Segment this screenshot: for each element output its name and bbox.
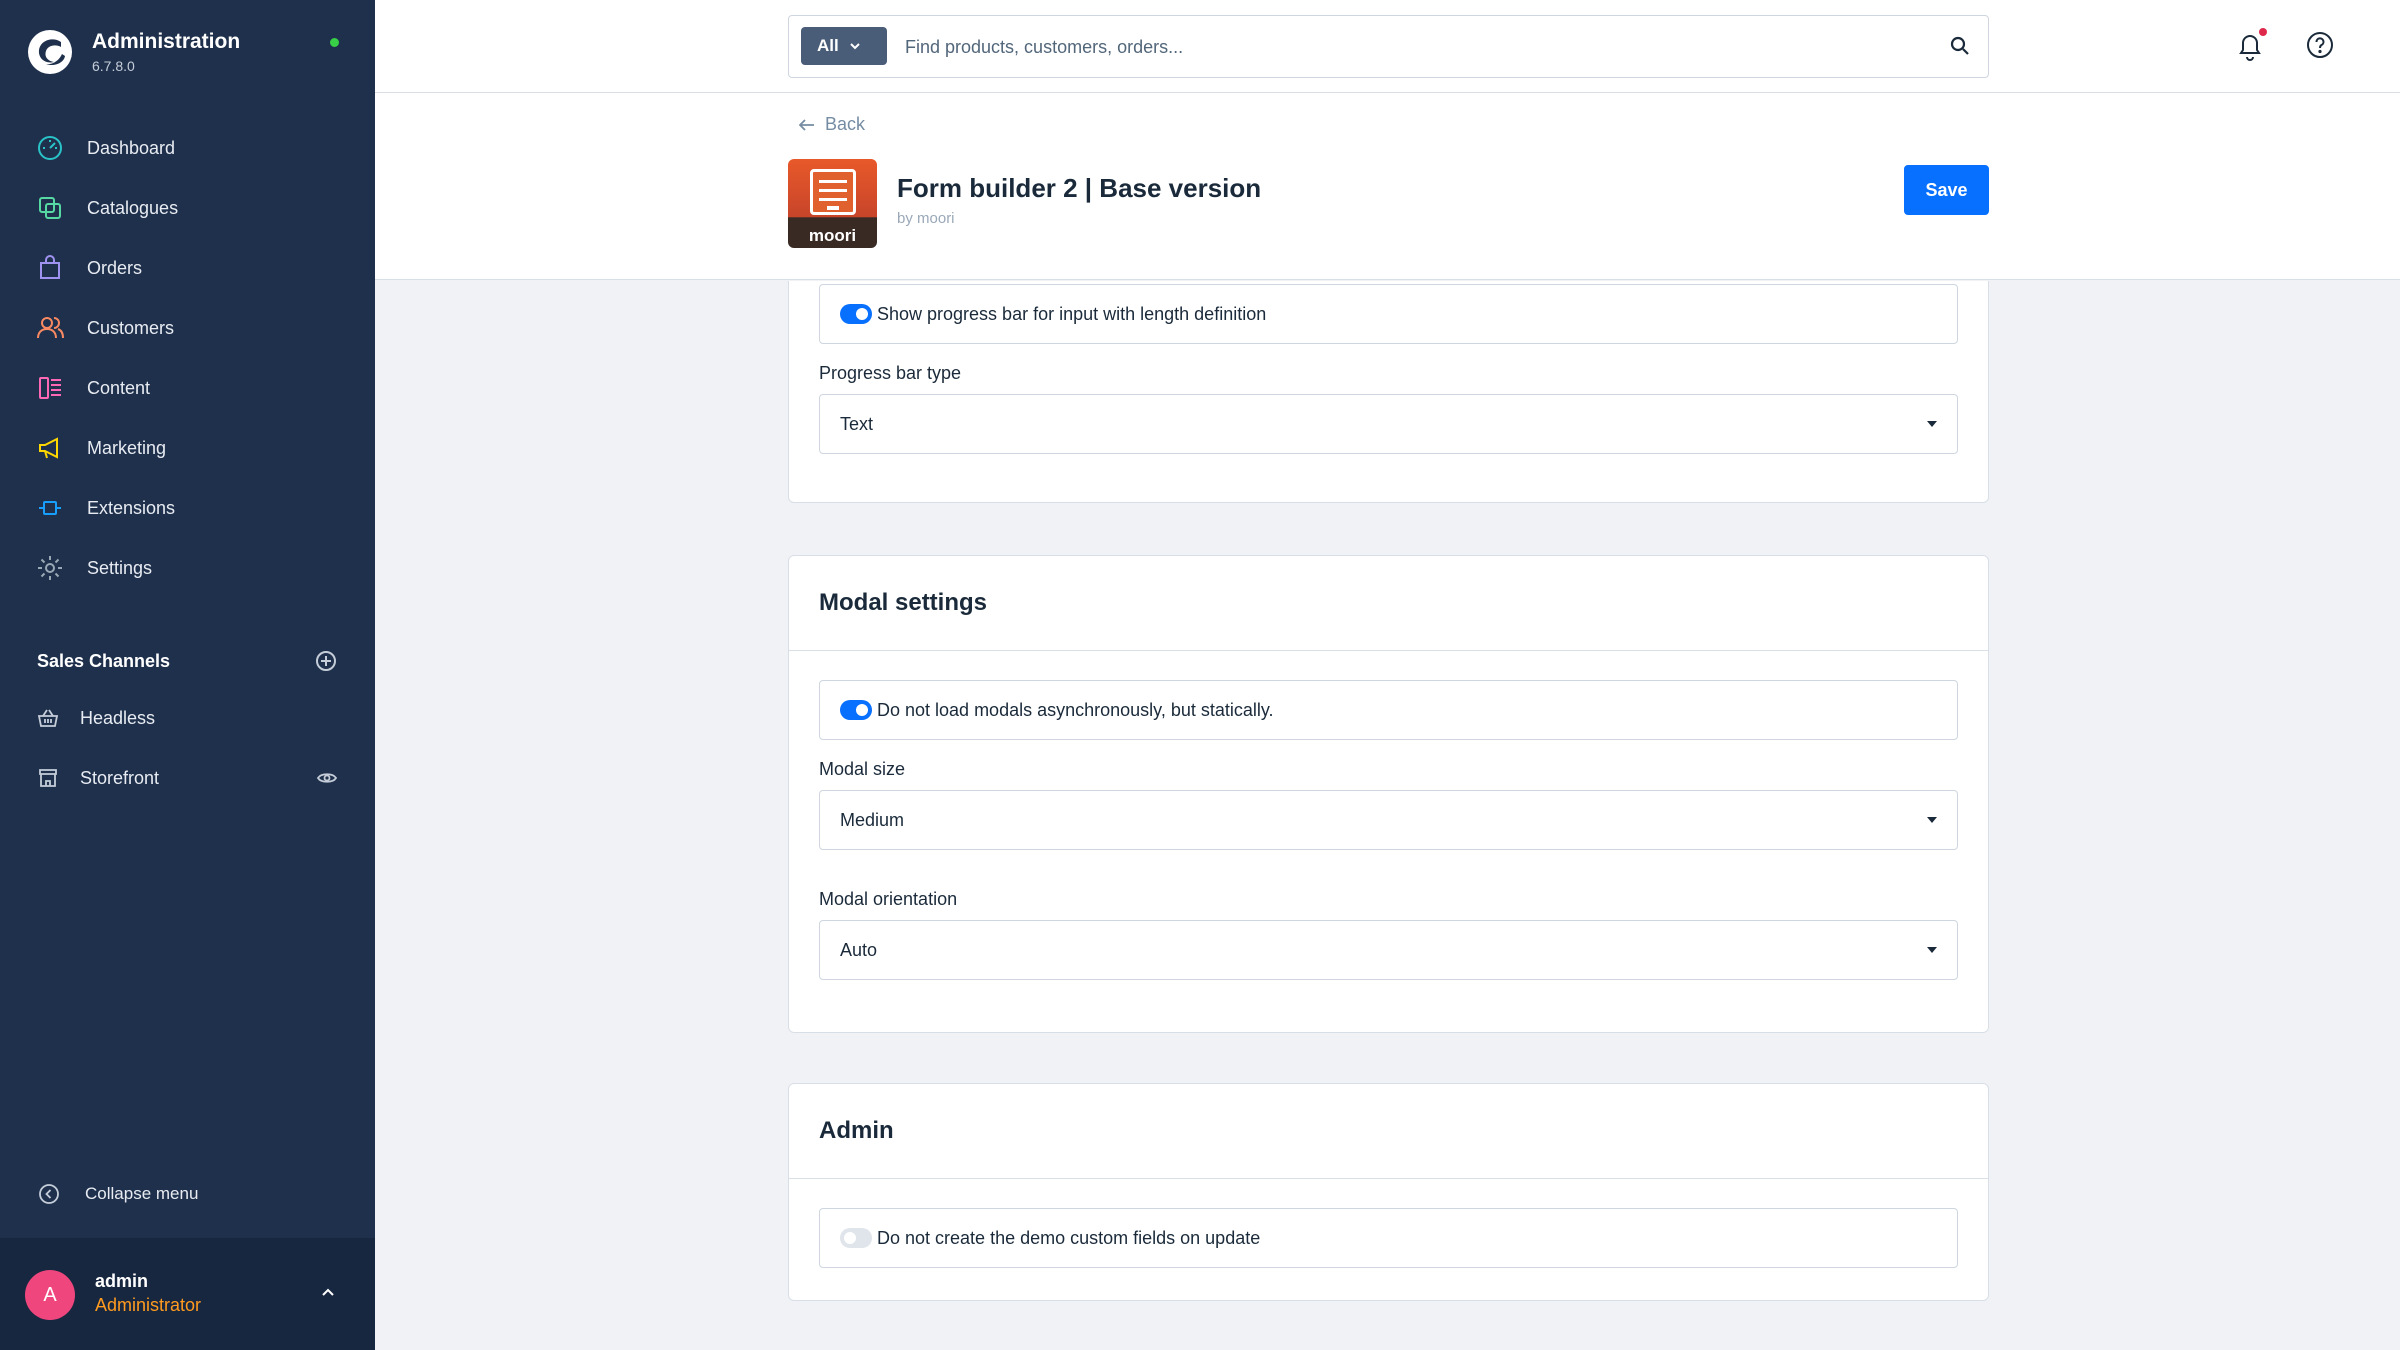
catalogue-icon [39,197,61,219]
user-role: Administrator [95,1295,202,1315]
online-status-dot [330,38,339,47]
save-button[interactable]: Save [1904,165,1989,215]
select-value: Medium [840,809,905,830]
brand-version: 6.7.8.0 [92,58,135,74]
modal-size-label: Modal size [819,759,906,779]
modal-size-select[interactable]: Medium [819,790,1958,850]
shopware-logo-icon [28,30,72,74]
chevron-left-circle-icon [39,1184,59,1204]
demo-fields-toggle-field[interactable]: Do not create the demo custom fields on … [819,1208,1958,1268]
user-name: admin [95,1271,149,1291]
progress-bar-type-label: Progress bar type [819,363,962,383]
form-icon [810,169,856,215]
search-type-dropdown[interactable]: All [801,27,887,65]
nav-item-customers[interactable]: Customers [0,298,375,358]
sales-channels-header: Sales Channels [37,650,337,672]
demo-fields-toggle[interactable] [840,1228,872,1248]
card-title: Modal settings [819,589,988,616]
sales-channel-label: Headless [80,707,156,728]
user-menu[interactable]: A admin Administrator [0,1238,375,1350]
orders-icon [40,255,60,279]
nav-label: Content [87,377,151,398]
nav-label: Customers [87,317,175,338]
progress-bar-toggle[interactable] [840,304,872,324]
nav-item-catalogues[interactable]: Catalogues [0,178,375,238]
card-title: Admin [819,1117,894,1144]
nav-item-marketing[interactable]: Marketing [0,418,375,478]
collapse-menu-label: Collapse menu [85,1184,199,1203]
toggle-label: Do not create the demo custom fields on … [877,1227,1261,1248]
plugin-author: by moori [897,210,955,227]
select-value: Text [840,413,874,434]
page-header: Back moori Form builder 2 | Base version… [375,93,2400,280]
progress-bar-type-select[interactable]: Text [819,394,1958,454]
sales-channel-list: Headless Storefront [0,688,375,808]
add-sales-channel-icon[interactable] [315,650,337,672]
sales-channel-headless[interactable]: Headless [0,688,375,748]
nav-label: Marketing [87,437,167,458]
divider [789,650,1988,651]
topbar: All [375,0,2400,93]
modal-static-toggle[interactable] [840,700,872,720]
nav-label: Settings [87,557,153,578]
brand[interactable]: Administration 6.7.8.0 [26,28,240,76]
chevron-up-icon[interactable] [319,1284,337,1302]
eye-icon[interactable] [316,767,338,789]
chevron-down-icon [1927,947,1937,953]
chevron-down-icon [850,43,860,50]
search-type-label: All [817,36,839,55]
main-nav: Dashboard Catalogues Orders Customers Co… [0,118,375,598]
modal-static-toggle-field[interactable]: Do not load modals asynchronously, but s… [819,680,1958,740]
customers-icon [37,317,64,339]
nav-label: Extensions [87,497,176,518]
notification-dot [2259,28,2267,36]
sales-channel-storefront[interactable]: Storefront [0,748,375,808]
brand-title: Administration [92,30,241,53]
plugin-logo: moori [788,159,877,248]
chevron-down-icon [1927,421,1937,427]
progress-bar-toggle-field[interactable]: Show progress bar for input with length … [819,284,1958,344]
nav-label: Orders [87,257,143,278]
page-title: Form builder 2 | Base version [897,173,1262,203]
settings-icon [38,556,62,580]
sales-channel-label: Storefront [80,767,160,788]
settings-content[interactable]: Show progress bar for input with length … [375,281,2400,1350]
arrow-left-icon [799,118,814,131]
modal-orientation-label: Modal orientation [819,889,958,909]
basket-icon [37,709,59,727]
modal-settings-card: Modal settings Do not load modals asynch… [788,555,1989,1033]
modal-orientation-select[interactable]: Auto [819,920,1958,980]
nav-item-content[interactable]: Content [0,358,375,418]
select-value: Auto [840,939,878,960]
content-icon [39,377,61,399]
dashboard-icon [38,136,62,160]
toggle-label: Do not load modals asynchronously, but s… [877,699,1274,720]
search-icon[interactable] [1948,34,1972,58]
global-search: All [788,15,1989,78]
nav-label: Dashboard [87,137,176,158]
admin-card: Admin Do not create the demo custom fiel… [788,1083,1989,1301]
back-label: Back [825,114,866,134]
avatar: A [25,1270,75,1320]
nav-item-orders[interactable]: Orders [0,238,375,298]
extensions-icon [39,501,61,515]
collapse-menu-button[interactable]: Collapse menu [37,1182,198,1206]
marketing-icon [39,437,58,459]
nav-item-extensions[interactable]: Extensions [0,478,375,538]
nav-item-dashboard[interactable]: Dashboard [0,118,375,178]
back-link[interactable]: Back [799,114,865,135]
nav-label: Catalogues [87,197,179,218]
progress-bar-card: Show progress bar for input with length … [788,281,1989,503]
search-input[interactable] [905,30,1905,64]
sales-channels-title: Sales Channels [37,650,171,671]
nav-item-settings[interactable]: Settings [0,538,375,598]
storefront-icon [39,769,57,787]
toggle-label: Show progress bar for input with length … [877,303,1267,324]
sidebar: Administration 6.7.8.0 Dashboard Catalog… [0,0,375,1350]
plugin-brand: moori [808,226,857,245]
divider [789,1178,1988,1179]
help-icon[interactable] [2305,30,2335,60]
chevron-down-icon [1927,817,1937,823]
